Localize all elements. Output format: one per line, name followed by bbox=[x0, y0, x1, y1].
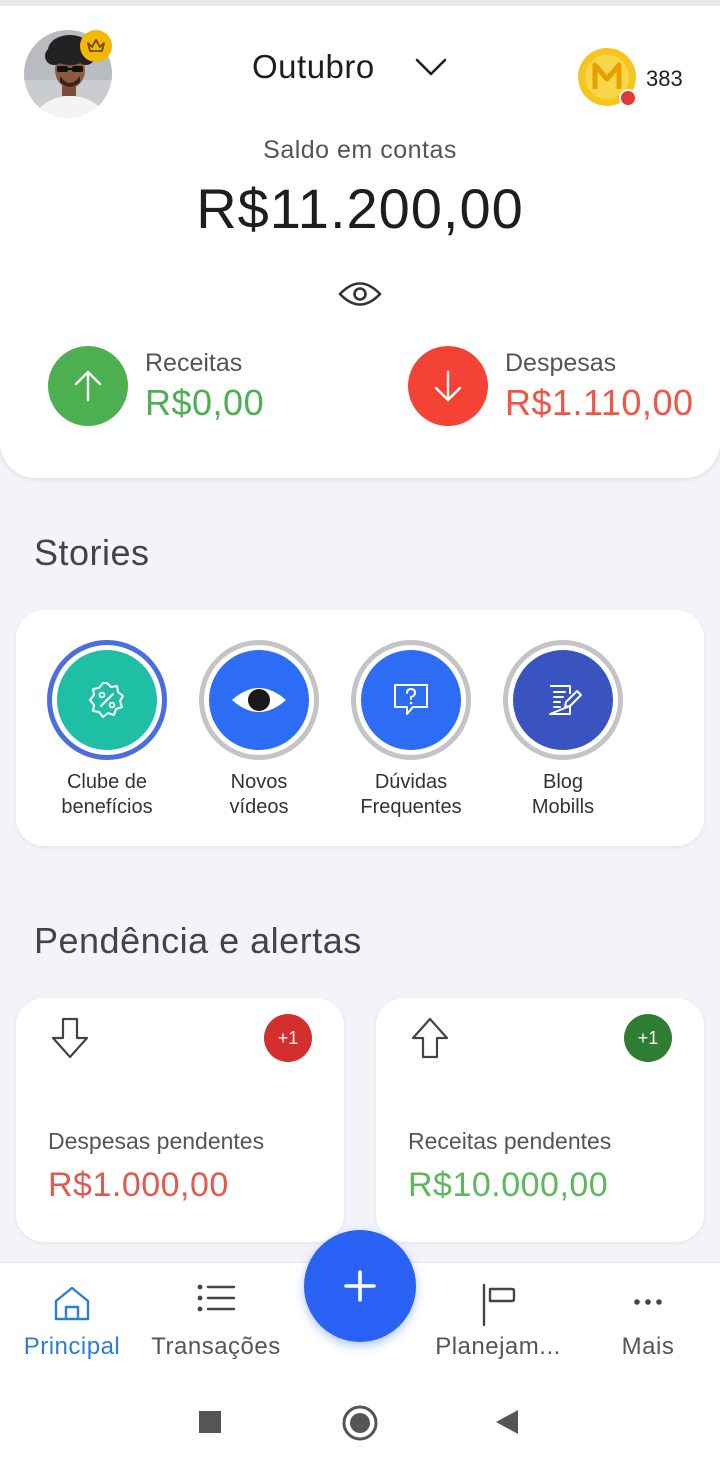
story-label-line2: Frequentes bbox=[360, 796, 462, 818]
month-label: Outubro bbox=[252, 48, 375, 85]
back-icon[interactable] bbox=[494, 1408, 520, 1441]
add-transaction-button[interactable] bbox=[304, 1230, 416, 1342]
nav-transacoes[interactable]: Transações bbox=[146, 1263, 286, 1375]
pending-expenses-card[interactable]: +1 Despesas pendentes R$1.000,00 bbox=[16, 998, 344, 1242]
story-label: Clube de benefícios bbox=[31, 770, 183, 820]
story-ring bbox=[47, 640, 167, 760]
list-icon bbox=[196, 1283, 236, 1318]
story-label: Blog Mobills bbox=[487, 770, 639, 820]
nav-mais[interactable]: Mais bbox=[596, 1263, 700, 1375]
nav-planejamento[interactable]: Planejam... bbox=[428, 1263, 568, 1375]
arrow-down-icon bbox=[408, 346, 488, 426]
expense-value: R$1.110,00 bbox=[505, 381, 694, 423]
alerts-title: Pendência e alertas bbox=[34, 920, 362, 961]
home-icon bbox=[52, 1283, 92, 1328]
story-label: Dúvidas Frequentes bbox=[335, 770, 487, 820]
nav-label-mais: Mais bbox=[621, 1333, 675, 1360]
pending-income-label: Receitas pendentes bbox=[408, 1128, 612, 1154]
pending-expenses-label: Despesas pendentes bbox=[48, 1128, 265, 1154]
expense-label: Despesas bbox=[505, 348, 617, 377]
story-blog-mobills[interactable]: Blog Mobills bbox=[487, 640, 639, 820]
flag-icon bbox=[478, 1283, 518, 1332]
more-dots-icon bbox=[633, 1293, 663, 1311]
story-label-line2: benefícios bbox=[61, 796, 153, 818]
pending-expenses-badge: +1 bbox=[264, 1014, 312, 1062]
story-label: Novos vídeos bbox=[183, 770, 335, 820]
stories-card: Clube de benefícios Novos vídeos Dúvidas… bbox=[16, 610, 704, 846]
income-value: R$0,00 bbox=[145, 381, 265, 423]
story-label-line1: Blog bbox=[542, 771, 584, 793]
eye-icon bbox=[209, 650, 309, 750]
system-nav-bar bbox=[0, 1374, 720, 1470]
plus-icon bbox=[344, 1270, 376, 1302]
story-ring bbox=[503, 640, 623, 760]
nav-label-principal: Principal bbox=[23, 1333, 121, 1360]
hide-balance-eye-icon[interactable] bbox=[336, 274, 384, 314]
story-clube-de-beneficios[interactable]: Clube de benefícios bbox=[31, 640, 183, 820]
pending-income-card[interactable]: +1 Receitas pendentes R$10.000,00 bbox=[376, 998, 704, 1242]
story-label-line2: Mobills bbox=[531, 796, 595, 818]
arrow-up-icon bbox=[48, 346, 128, 426]
stories-title: Stories bbox=[34, 532, 150, 573]
chevron-down-icon bbox=[415, 58, 447, 76]
home-circle-icon[interactable] bbox=[341, 1404, 379, 1447]
pending-expenses-value: R$1.000,00 bbox=[48, 1166, 229, 1204]
story-novos-videos[interactable]: Novos vídeos bbox=[183, 640, 335, 820]
arrow-up-outline-icon bbox=[410, 1016, 450, 1065]
balance-label: Saldo em contas bbox=[263, 136, 457, 164]
balance-header-card: Outubro 383 Saldo em contas R$11.200,00 … bbox=[0, 6, 720, 478]
story-label-line2: vídeos bbox=[229, 796, 289, 818]
premium-crown-icon bbox=[80, 30, 112, 62]
story-label-line1: Dúvidas bbox=[374, 771, 448, 793]
nav-principal[interactable]: Principal bbox=[8, 1263, 136, 1375]
expense-summary[interactable]: Despesas R$1.110,00 bbox=[408, 346, 693, 426]
nav-label-transacoes: Transações bbox=[151, 1333, 281, 1360]
percent-badge-icon bbox=[57, 650, 157, 750]
balance-value: R$11.200,00 bbox=[196, 177, 524, 240]
nav-label-planejamento: Planejam... bbox=[435, 1333, 561, 1360]
income-label: Receitas bbox=[145, 348, 243, 377]
pending-income-badge: +1 bbox=[624, 1014, 672, 1062]
blog-edit-icon bbox=[513, 650, 613, 750]
story-duvidas-frequentes[interactable]: Dúvidas Frequentes bbox=[335, 640, 487, 820]
month-selector[interactable]: Outubro bbox=[252, 44, 447, 90]
story-label-line1: Novos bbox=[230, 771, 288, 793]
pending-income-value: R$10.000,00 bbox=[408, 1166, 609, 1204]
story-label-line1: Clube de bbox=[66, 771, 148, 793]
story-ring bbox=[351, 640, 471, 760]
recent-apps-icon[interactable] bbox=[198, 1410, 222, 1439]
story-ring bbox=[199, 640, 319, 760]
arrow-down-outline-icon bbox=[50, 1016, 90, 1065]
income-summary[interactable]: Receitas R$0,00 bbox=[48, 346, 264, 426]
coin-count: 383 bbox=[646, 66, 683, 91]
coin-icon[interactable] bbox=[578, 46, 640, 108]
question-bubble-icon bbox=[361, 650, 461, 750]
